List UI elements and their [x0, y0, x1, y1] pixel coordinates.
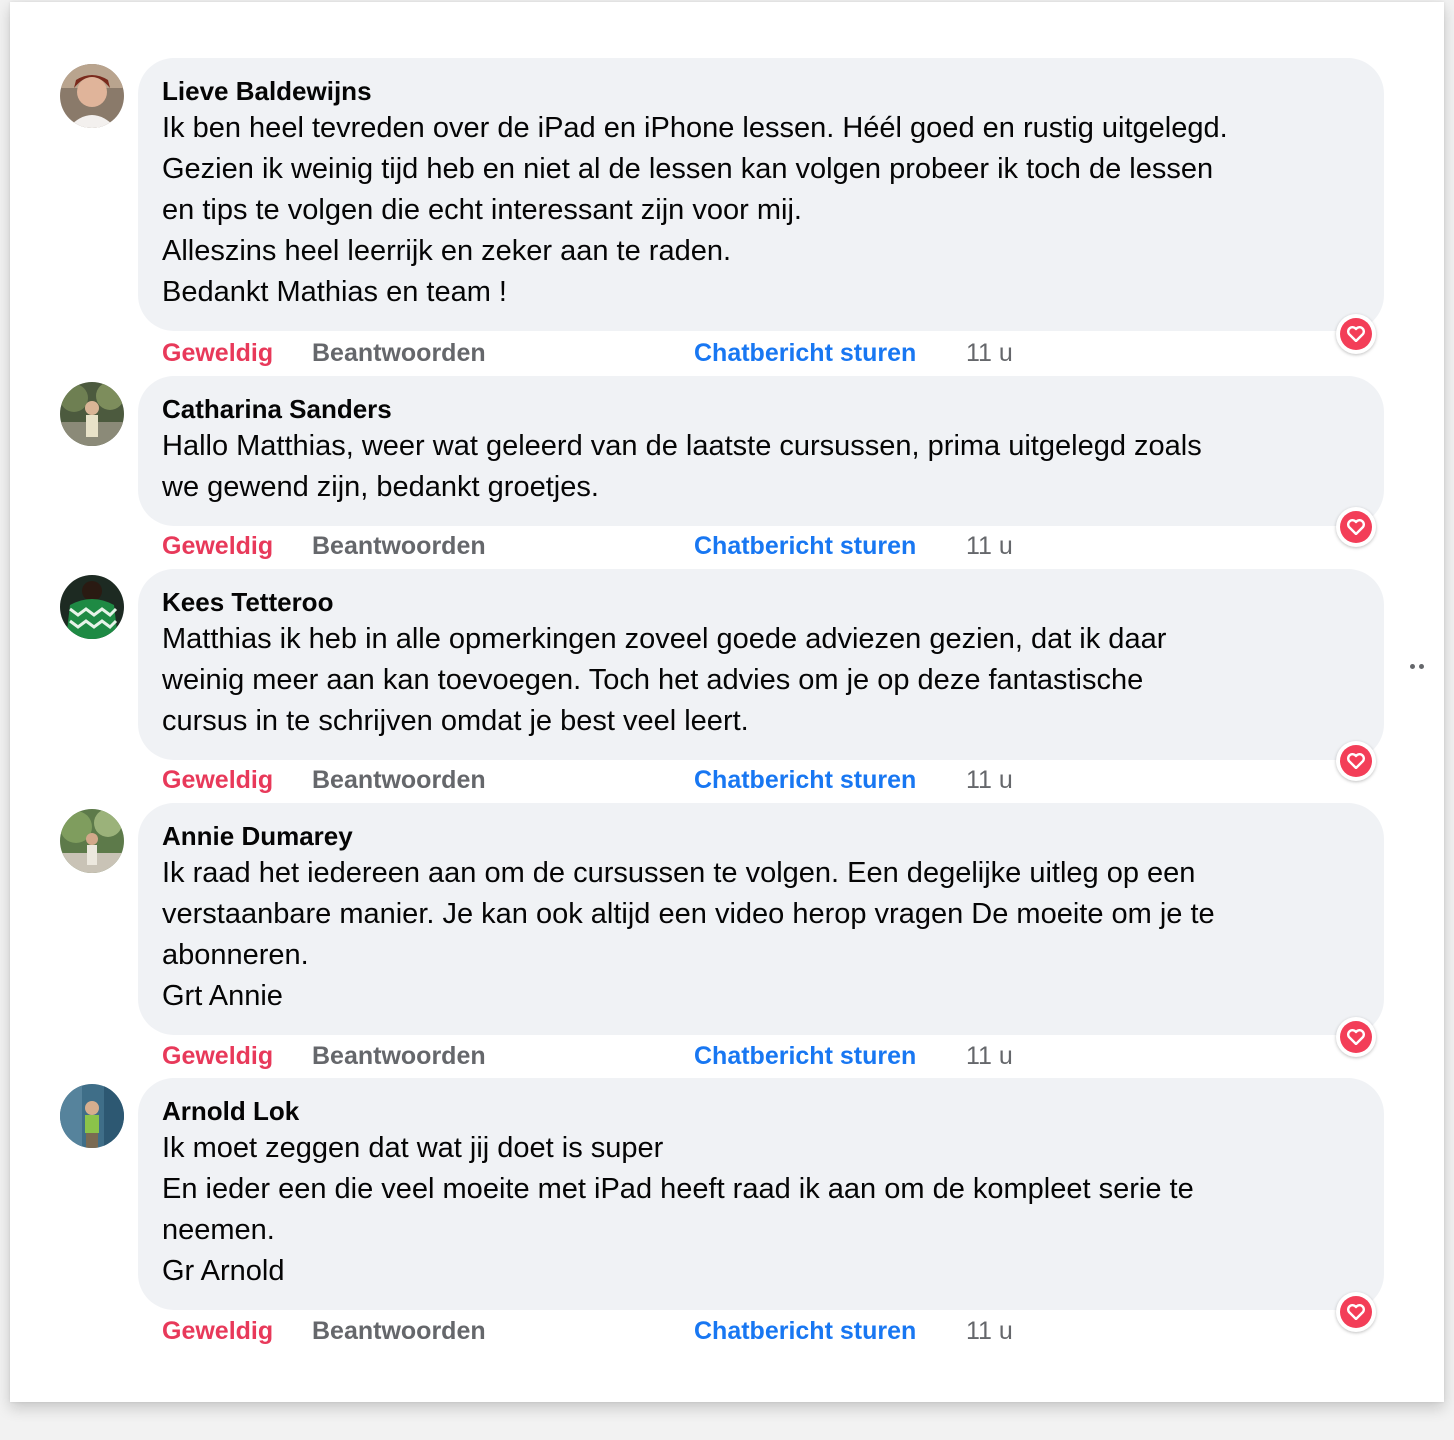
comment-line: Matthias ik heb in alle opmerkingen zove… [162, 623, 1167, 655]
reply-button[interactable]: Beantwoorden [312, 532, 486, 561]
comment-line: En ieder een die veel moeite met iPad he… [162, 1173, 1194, 1205]
avatar[interactable] [60, 64, 124, 128]
like-button[interactable]: Geweldig [162, 532, 273, 561]
heart-icon [1340, 1021, 1372, 1053]
comment-bubble: Lieve Baldewijns Ik ben heel tevreden ov… [138, 58, 1384, 331]
comment-author[interactable]: Annie Dumarey [162, 819, 1360, 853]
reaction-badge[interactable] [1336, 741, 1376, 781]
like-button[interactable]: Geweldig [162, 1042, 273, 1071]
comment-line: Gr Arnold [162, 1255, 285, 1287]
reply-button[interactable]: Beantwoorden [312, 1317, 486, 1346]
send-message-button[interactable]: Chatbericht sturen [694, 532, 916, 561]
comment-line: cursus in te schrijven omdat je best vee… [162, 705, 749, 737]
comment-bubble: Arnold Lok Ik moet zeggen dat wat jij do… [138, 1078, 1384, 1310]
comment-author[interactable]: Arnold Lok [162, 1094, 1360, 1128]
reaction-badge[interactable] [1336, 1292, 1376, 1332]
avatar[interactable] [60, 575, 124, 639]
like-button[interactable]: Geweldig [162, 339, 273, 368]
comment-timestamp[interactable]: 11 u [966, 339, 1013, 368]
comment-line: Gezien ik weinig tijd heb en niet al de … [162, 153, 1214, 185]
comment-line: neemen. [162, 1214, 275, 1246]
send-message-button[interactable]: Chatbericht sturen [694, 1317, 916, 1346]
avatar[interactable] [60, 382, 124, 446]
comment-text: Ik raad het iedereen aan om de cursussen… [162, 853, 1360, 1017]
reaction-badge[interactable] [1336, 507, 1376, 547]
comment-author[interactable]: Catharina Sanders [162, 392, 1360, 426]
heart-icon [1340, 1296, 1372, 1328]
comment-line: en tips te volgen die echt interessant z… [162, 194, 802, 226]
reply-button[interactable]: Beantwoorden [312, 339, 486, 368]
comment-line: verstaanbare manier. Je kan ook altijd e… [162, 898, 1215, 930]
comment-author[interactable]: Kees Tetteroo [162, 585, 1360, 619]
reaction-badge[interactable] [1336, 314, 1376, 354]
comment-text: Ik ben heel tevreden over de iPad en iPh… [162, 108, 1360, 313]
comment-text: Ik moet zeggen dat wat jij doet is super… [162, 1128, 1360, 1292]
comment-timestamp[interactable]: 11 u [966, 1042, 1013, 1071]
like-button[interactable]: Geweldig [162, 1317, 273, 1346]
comment-timestamp[interactable]: 11 u [966, 532, 1013, 561]
comment-line: Ik moet zeggen dat wat jij doet is super [162, 1132, 664, 1164]
comment-timestamp[interactable]: 11 u [966, 1317, 1013, 1346]
comment-line: abonneren. [162, 939, 309, 971]
comment-line: Hallo Matthias, weer wat geleerd van de … [162, 430, 1202, 462]
avatar[interactable] [60, 1084, 124, 1148]
send-message-button[interactable]: Chatbericht sturen [694, 766, 916, 795]
heart-icon [1340, 511, 1372, 543]
comment-text: Hallo Matthias, weer wat geleerd van de … [162, 426, 1360, 508]
comment-line: Ik ben heel tevreden over de iPad en iPh… [162, 112, 1228, 144]
comment-bubble: Annie Dumarey Ik raad het iedereen aan o… [138, 803, 1384, 1035]
comment-line: Grt Annie [162, 980, 283, 1012]
comment-text: Matthias ik heb in alle opmerkingen zove… [162, 619, 1360, 742]
heart-icon [1340, 318, 1372, 350]
comment-bubble: Kees Tetteroo Matthias ik heb in alle op… [138, 569, 1384, 760]
comment-line: we gewend zijn, bedankt groetjes. [162, 471, 599, 503]
send-message-button[interactable]: Chatbericht sturen [694, 339, 916, 368]
reply-button[interactable]: Beantwoorden [312, 1042, 486, 1071]
comment-author[interactable]: Lieve Baldewijns [162, 74, 1360, 108]
avatar[interactable] [60, 809, 124, 873]
reaction-badge[interactable] [1336, 1017, 1376, 1057]
comment-line: weinig meer aan kan toevoegen. Toch het … [162, 664, 1144, 696]
comment-bubble: Catharina Sanders Hallo Matthias, weer w… [138, 376, 1384, 526]
send-message-button[interactable]: Chatbericht sturen [694, 1042, 916, 1071]
comment-timestamp[interactable]: 11 u [966, 766, 1013, 795]
more-options-icon[interactable] [1408, 662, 1428, 672]
comment-line: Bedankt Mathias en team ! [162, 276, 507, 308]
like-button[interactable]: Geweldig [162, 766, 273, 795]
comment-line: Alleszins heel leerrijk en zeker aan te … [162, 235, 732, 267]
comments-panel: Lieve Baldewijns Ik ben heel tevreden ov… [10, 2, 1444, 1402]
heart-icon [1340, 745, 1372, 777]
comment-line: Ik raad het iedereen aan om de cursussen… [162, 857, 1196, 889]
reply-button[interactable]: Beantwoorden [312, 766, 486, 795]
